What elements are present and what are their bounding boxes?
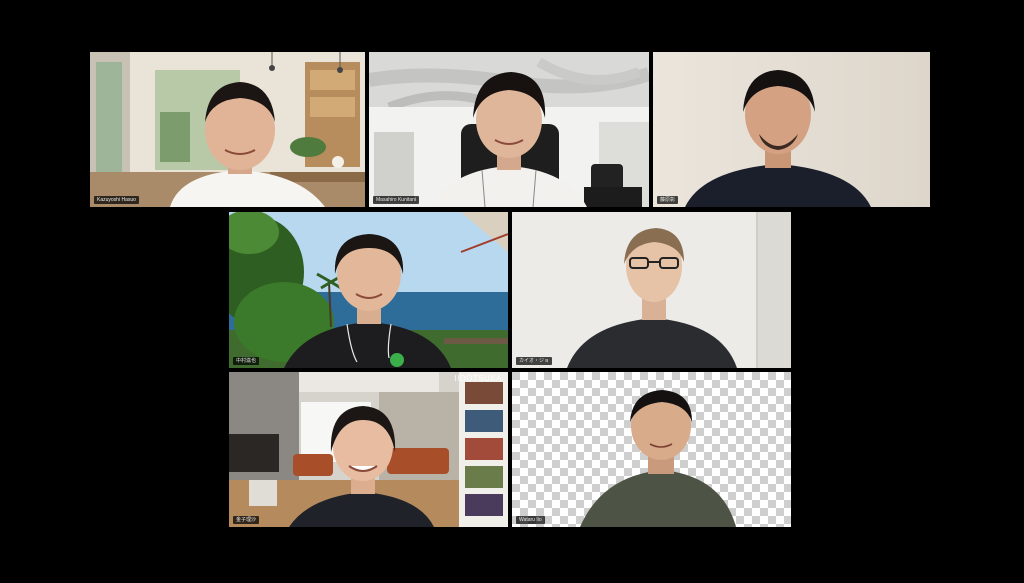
video-frame-living-room <box>229 372 508 527</box>
participant-video-tile-3[interactable]: 藤原彰 <box>653 52 930 207</box>
participant-name-label: 藤原彰 <box>657 196 679 204</box>
video-call-gallery: Kazuyoshi Hasuo Masahiro Kunitani 藤原彰 中村… <box>0 0 1024 583</box>
video-frame-plain-wall-corner <box>512 212 791 368</box>
participant-video-tile-4[interactable]: 中村滋也 <box>229 212 508 368</box>
participant-name-label: Masahiro Kunitani <box>373 196 420 204</box>
video-frame-plain-wall <box>653 52 930 207</box>
participant-name-label: 中村滋也 <box>233 357 260 365</box>
participant-name-label: カイオ・ジョ <box>516 357 553 365</box>
participant-video-tile-1[interactable]: Kazuyoshi Hasuo <box>90 52 365 207</box>
participant-video-tile-5[interactable]: カイオ・ジョ <box>512 212 791 368</box>
participant-video-tile-6[interactable]: IIDOTSUKA 金子理沙 <box>229 372 508 527</box>
video-frame-transparent-background <box>512 372 791 527</box>
participant-name-label: Wataru Iio <box>516 516 545 524</box>
video-frame-seaside <box>229 212 508 368</box>
participant-video-tile-2[interactable]: Masahiro Kunitani <box>369 52 649 207</box>
video-frame-dining-room <box>90 52 365 207</box>
watermark-logo: IIDOTSUKA <box>454 374 502 383</box>
participant-video-tile-7[interactable]: Wataru Iio <box>512 372 791 527</box>
participant-name-label: Kazuyoshi Hasuo <box>94 196 139 204</box>
participant-name-label: 金子理沙 <box>233 516 260 524</box>
video-frame-office <box>369 52 649 207</box>
